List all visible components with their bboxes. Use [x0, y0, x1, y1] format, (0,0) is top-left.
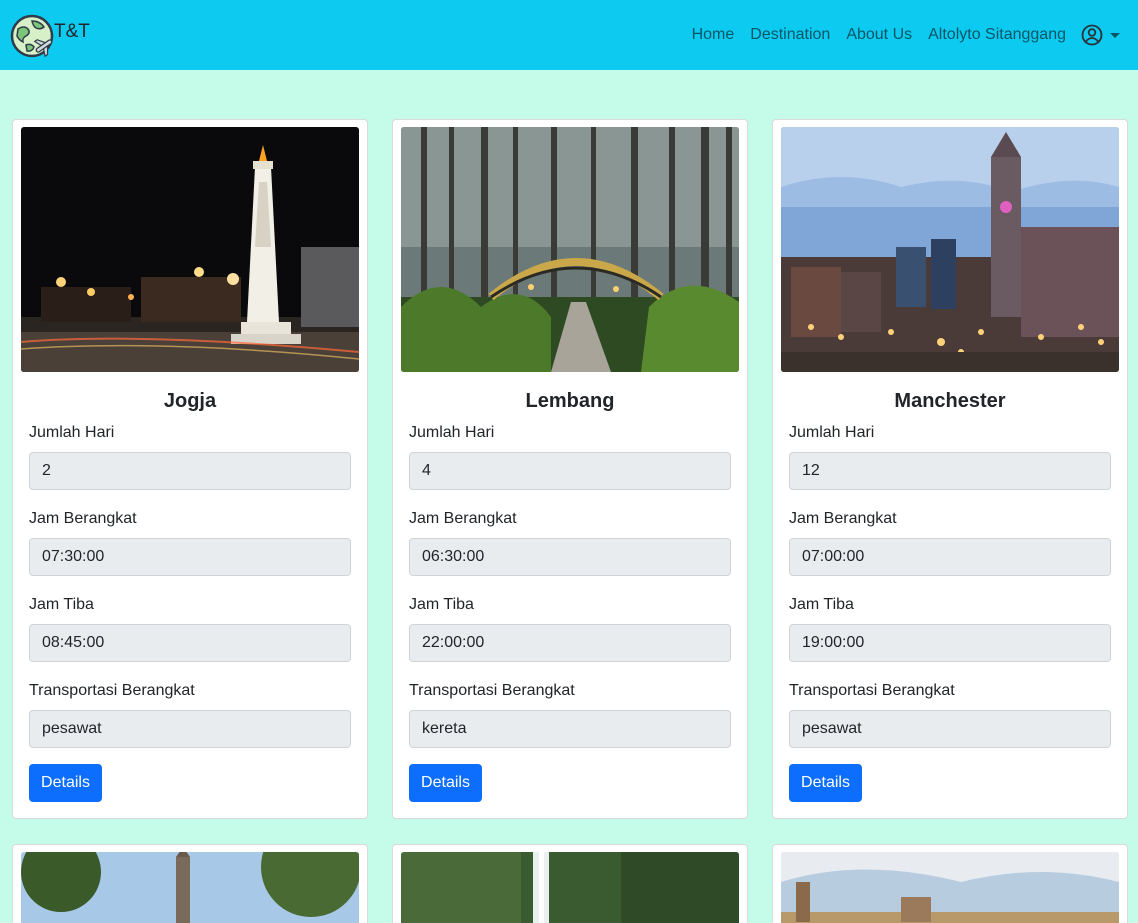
arrive-time-field[interactable]: 22:00:00	[409, 624, 731, 662]
days-field[interactable]: 4	[409, 452, 731, 490]
lembang-forest-image	[401, 127, 739, 372]
nav-about-link[interactable]: About Us	[846, 23, 912, 47]
tower-trees-image	[21, 852, 359, 923]
destination-card	[392, 844, 748, 923]
details-button[interactable]: Details	[789, 764, 862, 802]
days-label: Jumlah Hari	[29, 424, 115, 441]
nav-home-link[interactable]: Home	[692, 23, 735, 47]
manchester-cityscape-image	[781, 127, 1119, 372]
depart-time-field[interactable]: 07:30:00	[29, 538, 351, 576]
jogja-monument-image	[21, 127, 359, 372]
brand-name: T&T	[54, 21, 90, 42]
destination-title: Jogja	[163, 390, 217, 412]
destination-card	[772, 844, 1128, 923]
transport-label: Transportasi Berangkat	[29, 682, 195, 699]
chevron-down-icon	[1110, 33, 1120, 38]
destination-card-jogja: Jogja Jumlah Hari 2 Jam Berangkat 07:30:…	[12, 119, 368, 819]
destination-title: Manchester	[894, 390, 1006, 412]
days-label: Jumlah Hari	[789, 424, 875, 441]
arrive-time-field[interactable]: 19:00:00	[789, 624, 1111, 662]
destination-image-manchester	[781, 127, 1119, 372]
depart-time-field[interactable]: 07:00:00	[789, 538, 1111, 576]
nav-user-name-link[interactable]: Altolyto Sitanggang	[928, 23, 1066, 47]
days-label: Jumlah Hari	[409, 424, 495, 441]
days-field[interactable]: 2	[29, 452, 351, 490]
destination-title: Lembang	[525, 390, 615, 412]
user-circle-icon	[1081, 24, 1103, 46]
navbar: T&T Home Destination About Us Altolyto S…	[0, 0, 1138, 70]
brand[interactable]: T&T	[10, 13, 90, 59]
depart-time-label: Jam Berangkat	[789, 510, 897, 527]
destination-image	[401, 852, 739, 923]
destination-image-jogja	[21, 127, 359, 372]
details-button[interactable]: Details	[29, 764, 102, 802]
depart-time-label: Jam Berangkat	[409, 510, 517, 527]
transport-label: Transportasi Berangkat	[789, 682, 955, 699]
transport-field[interactable]: pesawat	[29, 710, 351, 748]
arrive-time-label: Jam Tiba	[789, 596, 854, 613]
destination-card-manchester: Manchester Jumlah Hari 12 Jam Berangkat …	[772, 119, 1128, 819]
city-skyline-image	[781, 852, 1119, 923]
nav-menu: Home Destination About Us Altolyto Sitan…	[676, 23, 1120, 47]
arrive-time-field[interactable]: 08:45:00	[29, 624, 351, 662]
transport-field[interactable]: pesawat	[789, 710, 1111, 748]
transport-field[interactable]: kereta	[409, 710, 731, 748]
destination-image-lembang	[401, 127, 739, 372]
depart-time-label: Jam Berangkat	[29, 510, 137, 527]
destination-image	[781, 852, 1119, 923]
depart-time-field[interactable]: 06:30:00	[409, 538, 731, 576]
transport-label: Transportasi Berangkat	[409, 682, 575, 699]
details-button[interactable]: Details	[409, 764, 482, 802]
arrive-time-label: Jam Tiba	[409, 596, 474, 613]
destination-card	[12, 844, 368, 923]
waterfall-image	[401, 852, 739, 923]
nav-destination-link[interactable]: Destination	[750, 23, 830, 47]
destination-card-lembang: Lembang Jumlah Hari 4 Jam Berangkat 06:3…	[392, 119, 748, 819]
destination-image	[21, 852, 359, 923]
arrive-time-label: Jam Tiba	[29, 596, 94, 613]
days-field[interactable]: 12	[789, 452, 1111, 490]
user-dropdown-toggle[interactable]	[1081, 24, 1120, 46]
globe-plane-logo-icon	[10, 14, 54, 58]
